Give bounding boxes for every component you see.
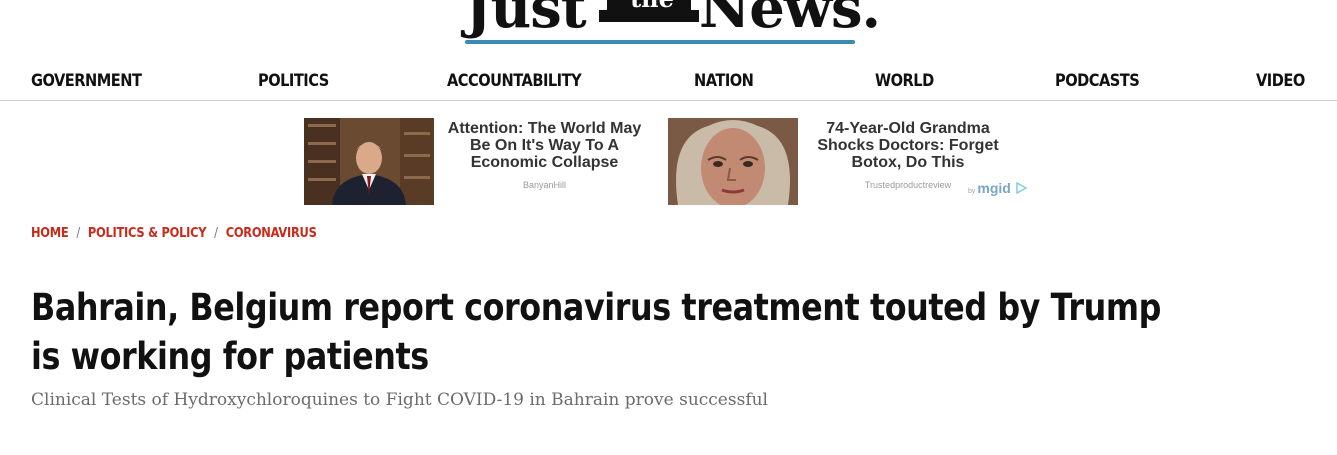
sponsored-ad[interactable]: 74-Year-Old Grandma Shocks Doctors: Forg… [668,118,999,206]
breadcrumb-politics-policy[interactable]: POLITICS & POLICY [88,226,207,241]
breadcrumb-separator: / [214,226,218,241]
logo-word-news: News. [699,0,881,41]
ad-network-badge[interactable]: by mgid [968,180,1028,196]
article-headline: Bahrain, Belgium report coronavirus trea… [31,286,1161,378]
ad-image-man-in-suit[interactable] [304,118,434,205]
ad-title[interactable]: 74-Year-Old Grandma Shocks Doctors: Forg… [798,120,1018,171]
ad-title[interactable]: Attention: The World May Be On It's Way … [437,120,652,171]
play-triangle-icon [1016,181,1028,195]
ad-source: BanyanHill [522,180,567,190]
breadcrumb-coronavirus[interactable]: CORONAVIRUS [226,226,317,241]
logo-word-just: Just [465,0,587,41]
breadcrumb: HOME / POLITICS & POLICY / CORONAVIRUS [31,226,317,241]
sponsored-ad[interactable]: Attention: The World May Be On It's Way … [304,118,654,206]
main-nav: GOVERNMENT POLITICS ACCOUNTABILITY NATIO… [0,64,1337,101]
site-logo[interactable]: Just the News. [463,0,881,48]
nav-item-podcasts[interactable]: PODCASTS [1055,71,1140,91]
ad-source: Trustedproductreview [864,180,952,190]
breadcrumb-separator: / [76,226,80,241]
nav-item-video[interactable]: VIDEO [1256,71,1305,91]
nav-item-accountability[interactable]: ACCOUNTABILITY [447,71,582,91]
nav-item-government[interactable]: GOVERNMENT [31,71,142,91]
breadcrumb-home[interactable]: HOME [31,226,69,241]
ad-image-elderly-woman[interactable] [668,118,798,205]
ad-network-name: mgid [977,180,1011,196]
article-subheadline: Clinical Tests of Hydroxychloroquines to… [31,390,768,410]
nav-item-nation[interactable]: NATION [694,71,754,91]
ad-network-prefix: by [968,188,976,195]
nav-item-politics[interactable]: POLITICS [258,71,329,91]
nav-item-world[interactable]: WORLD [875,71,934,91]
logo-word-the: the [617,0,687,13]
logo-underline [465,40,855,44]
